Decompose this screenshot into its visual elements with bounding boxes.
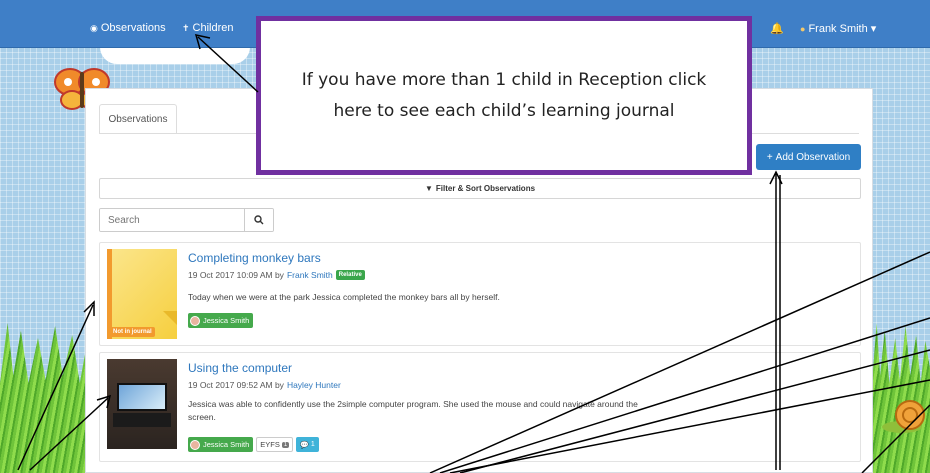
observation-thumbnail: Not in journal (107, 249, 177, 339)
add-observation-button[interactable]: + Add Observation (756, 144, 861, 170)
note-icon (107, 249, 177, 339)
child-avatar (190, 439, 200, 450)
grass-decoration (0, 323, 95, 473)
observation-author[interactable]: Frank Smith (287, 270, 333, 280)
tab-observations[interactable]: Observations (99, 104, 177, 134)
callout-text: If you have more than 1 child in Recepti… (301, 69, 707, 121)
search-button[interactable] (244, 209, 273, 231)
plus-icon: + (766, 151, 773, 163)
child-avatar (190, 315, 200, 326)
child-icon: ✝ (182, 22, 190, 33)
search-icon (254, 215, 264, 225)
notifications-bell[interactable]: 🔔 (770, 22, 784, 35)
observation-text: Jessica was able to confidently use the … (188, 399, 638, 422)
user-menu[interactable]: ● Frank Smith ▾ (800, 22, 877, 36)
child-tag-label: Jessica Smith (203, 440, 250, 449)
observation-date: 19 Oct 2017 09:52 AM by (188, 380, 284, 390)
add-observation-label: Add Observation (775, 151, 851, 163)
snail-icon (882, 400, 925, 433)
chevron-down-icon: ▾ (870, 23, 877, 35)
observation-thumbnail (107, 359, 177, 449)
child-tag[interactable]: Jessica Smith (188, 313, 254, 328)
nav-children[interactable]: ✝ Children (182, 22, 234, 34)
child-tag[interactable]: Jessica Smith (188, 437, 254, 452)
bell-icon: 🔔 (770, 23, 784, 35)
observation-title[interactable]: Using the computer (188, 361, 292, 375)
nav-observations-label: Observations (100, 22, 166, 34)
nav-observations[interactable]: ◉ Observations (90, 22, 166, 34)
observation-meta: 19 Oct 2017 10:09 AM by Frank Smith Rela… (188, 270, 365, 280)
eyfs-label: EYFS (260, 440, 280, 449)
comment-count: 1 (310, 441, 315, 448)
comment-icon: 💬 (300, 441, 309, 449)
instruction-callout: If you have more than 1 child in Recepti… (256, 16, 752, 175)
observation-text: Today when we were at the park Jessica c… (188, 292, 500, 302)
observation-date: 19 Oct 2017 10:09 AM by (188, 270, 284, 280)
relative-badge: Relative (335, 270, 365, 280)
observation-tags: Jessica Smith (188, 313, 254, 328)
observation-title[interactable]: Completing monkey bars (188, 251, 321, 265)
note-fold (163, 311, 177, 325)
user-icon: ● (800, 23, 806, 34)
user-name: Frank Smith (808, 22, 868, 35)
eye-icon: ◉ (90, 22, 98, 33)
tab-observations-label: Observations (108, 114, 168, 125)
nav-children-label: Children (192, 22, 234, 34)
laptop-screen (117, 383, 167, 411)
search-group (99, 208, 274, 232)
observation-meta: 19 Oct 2017 09:52 AM by Hayley Hunter (188, 380, 341, 390)
not-in-journal-badge: Not in journal (110, 327, 155, 337)
child-tag-label: Jessica Smith (203, 316, 250, 325)
comments-button[interactable]: 💬 1 (296, 437, 319, 452)
laptop-keyboard (113, 413, 171, 427)
search-input[interactable] (100, 209, 245, 231)
observation-author[interactable]: Hayley Hunter (287, 380, 341, 390)
filter-sort-button[interactable]: ▼ Filter & Sort Observations (99, 178, 861, 199)
eyfs-tag[interactable]: EYFS 1 (256, 437, 294, 452)
eyfs-count: 1 (281, 441, 290, 448)
observation-tags: Jessica Smith EYFS 1 💬 1 (188, 437, 319, 452)
observation-item[interactable]: Not in journal Completing monkey bars 19… (99, 242, 861, 346)
observation-item[interactable]: Using the computer 19 Oct 2017 09:52 AM … (99, 352, 861, 462)
filter-icon: ▼ (424, 184, 433, 193)
laptop-photo (107, 359, 177, 449)
filter-sort-label: Filter & Sort Observations (435, 184, 536, 193)
